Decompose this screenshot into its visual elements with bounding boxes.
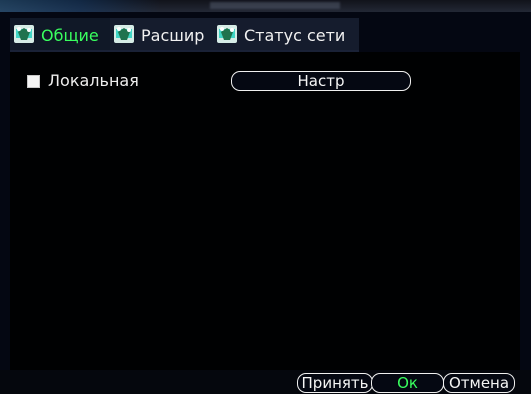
ok-button[interactable]: Ок	[371, 373, 444, 393]
network-tabs: Общие Расшир Статус сети	[10, 18, 359, 52]
local-checkbox[interactable]	[27, 74, 40, 88]
settings-button[interactable]: Настр	[231, 71, 411, 91]
tab-advanced-label: Расшир	[141, 25, 205, 45]
tab-network-status[interactable]: Статус сети	[213, 18, 359, 52]
network-settings-screen: Общие Расшир Статус сети Локальная Настр…	[0, 0, 531, 394]
accept-button[interactable]: Принять	[297, 373, 373, 393]
network-icon	[216, 23, 238, 45]
network-icon	[13, 23, 35, 45]
network-icon	[113, 23, 135, 45]
local-option-row: Локальная	[27, 70, 139, 92]
local-label: Локальная	[48, 71, 139, 90]
tab-general[interactable]: Общие	[10, 18, 110, 52]
cancel-button[interactable]: Отмена	[443, 373, 515, 393]
window-title-strip	[0, 0, 531, 12]
general-settings-panel	[10, 52, 520, 370]
tab-general-label: Общие	[41, 25, 99, 45]
tab-network-status-label: Статус сети	[244, 25, 346, 45]
tab-advanced[interactable]: Расшир	[110, 18, 213, 52]
